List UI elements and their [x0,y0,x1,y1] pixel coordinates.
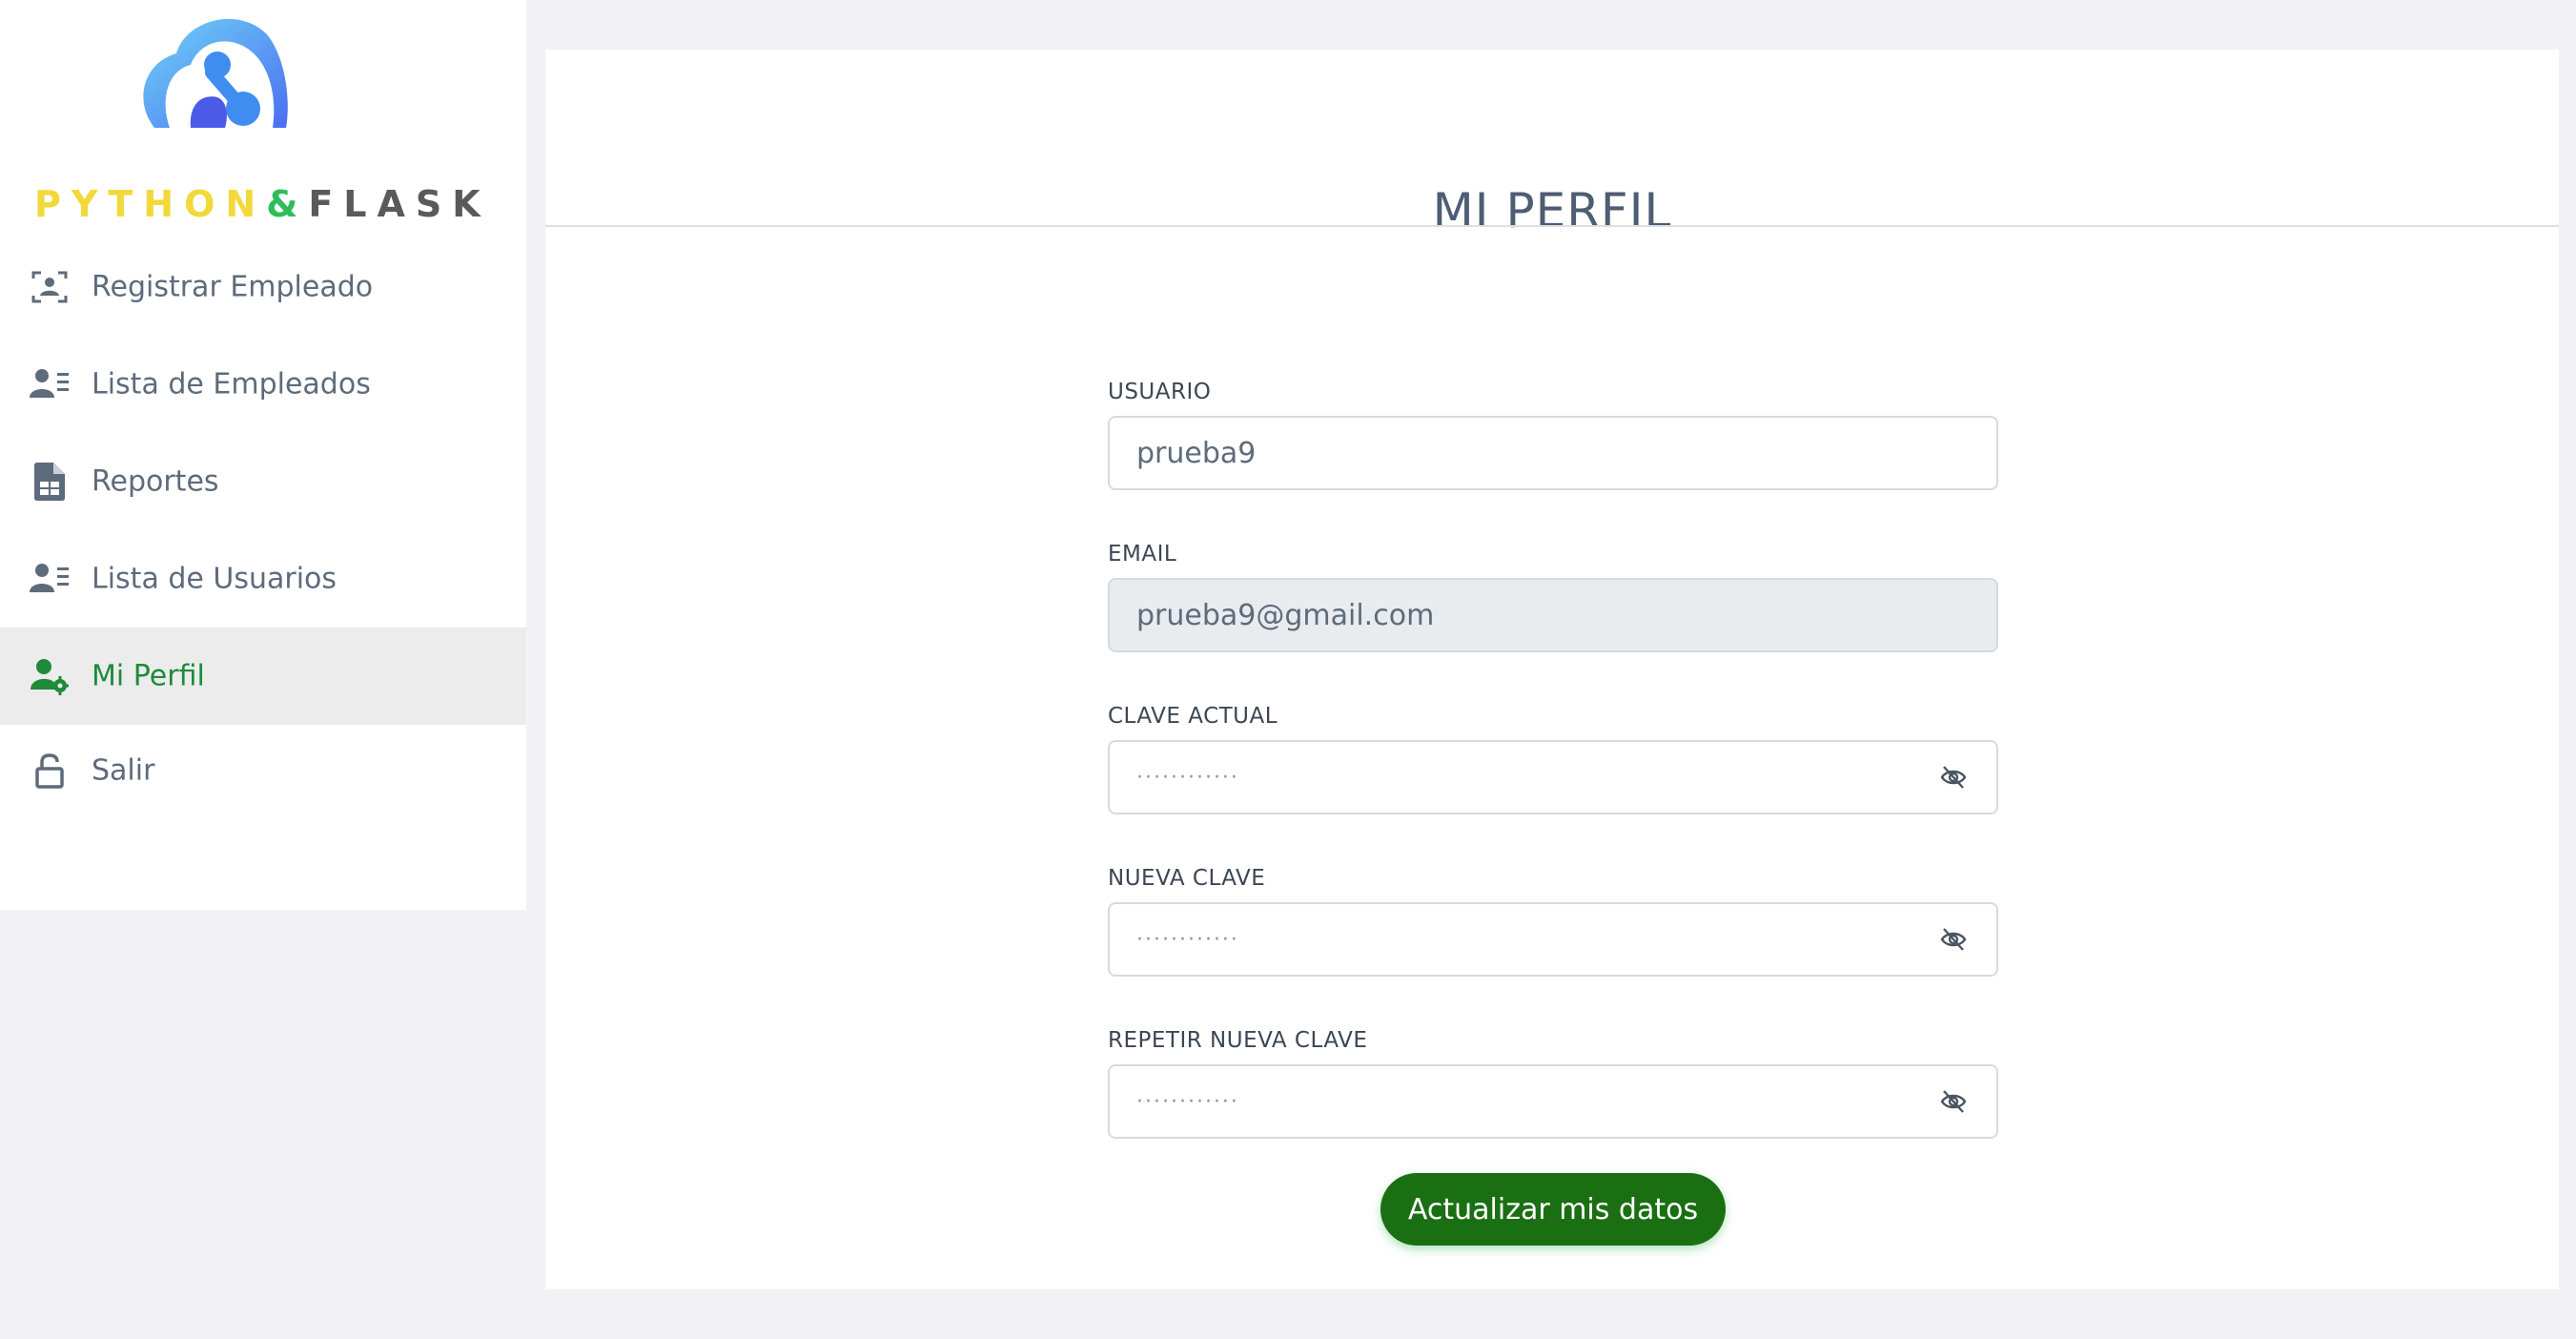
repetir-clave-value: ············ [1136,1089,1239,1114]
clave-actual-value: ············ [1136,765,1239,790]
page-title: MI PERFIL [1432,183,1672,238]
spreadsheet-file-icon [29,461,71,503]
brand-wordmark: PYTHON&FLASK [34,183,491,225]
nueva-clave-input[interactable]: ············ [1108,902,1998,977]
sidebar-item-label: Lista de Usuarios [92,562,337,596]
title-divider [545,225,2559,227]
repetir-clave-input[interactable]: ············ [1108,1064,1998,1139]
sidebar-item-registrar-empleado[interactable]: Registrar Empleado [0,238,526,336]
eye-slash-icon[interactable] [1939,1087,1968,1116]
email-label: EMAIL [1108,542,1177,566]
usuario-input[interactable]: prueba9 [1108,416,1998,490]
user-scan-icon [29,266,71,308]
eye-slash-icon[interactable] [1939,763,1968,792]
usuario-value: prueba9 [1136,436,1257,470]
sidebar-item-lista-empleados[interactable]: Lista de Empleados [0,336,526,433]
eye-slash-icon[interactable] [1939,925,1968,954]
sidebar-item-lista-usuarios[interactable]: Lista de Usuarios [0,530,526,628]
nueva-clave-value: ············ [1136,927,1239,952]
sidebar-item-mi-perfil[interactable]: Mi Perfil [0,628,526,725]
sidebar-item-label: Reportes [92,464,219,499]
brand-amp: & [266,183,309,225]
unlock-icon [29,750,71,792]
brand-flask: FLASK [308,183,491,225]
sidebar-item-label: Mi Perfil [92,659,205,693]
sidebar-item-label: Salir [92,753,155,788]
clave-actual-label: CLAVE ACTUAL [1108,704,1278,729]
sidebar-nav: Registrar Empleado Lista de Empleados Re… [0,238,526,816]
sidebar-item-reportes[interactable]: Reportes [0,433,526,530]
user-list-icon [29,363,71,405]
email-value: prueba9@gmail.com [1136,598,1435,632]
sidebar-item-label: Registrar Empleado [92,270,374,304]
profile-card: MI PERFIL USUARIO prueba9 EMAIL prueba9@… [545,50,2559,1289]
repetir-clave-label: REPETIR NUEVA CLAVE [1108,1028,1368,1053]
user-gear-icon [29,655,71,697]
nueva-clave-label: NUEVA CLAVE [1108,866,1266,891]
sidebar-item-salir[interactable]: Salir [0,725,526,816]
user-list-icon [29,558,71,600]
email-input: prueba9@gmail.com [1108,578,1998,652]
update-profile-button[interactable]: Actualizar mis datos [1380,1173,1726,1246]
clave-actual-input[interactable]: ············ [1108,740,1998,814]
sidebar-item-label: Lista de Empleados [92,367,371,402]
usuario-label: USUARIO [1108,380,1212,404]
brand-python: PYTHON [34,183,267,225]
app-logo [133,6,296,130]
sidebar: PYTHON&FLASK Registrar Empleado Lista de… [0,0,526,910]
